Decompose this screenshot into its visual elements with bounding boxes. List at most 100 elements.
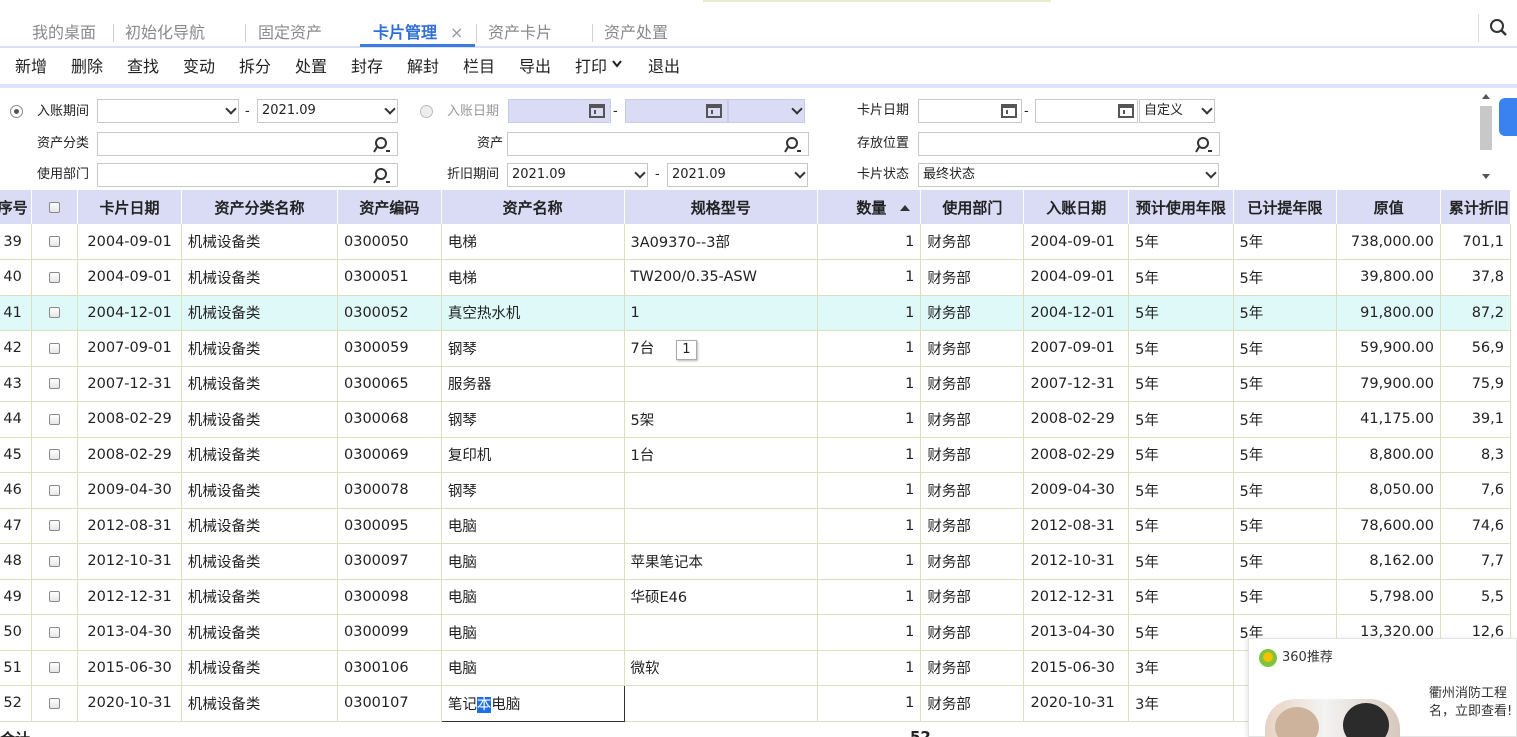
cell-name[interactable]: 复印机 xyxy=(441,437,625,473)
cell-orig[interactable]: 78,600.00 xyxy=(1336,508,1441,544)
cell-category[interactable]: 机械设备类 xyxy=(181,472,339,509)
cell-card-date[interactable]: 2012-12-31 xyxy=(77,579,182,615)
cell-name[interactable]: 电梯 xyxy=(441,224,625,260)
row-checkbox[interactable] xyxy=(49,555,61,567)
cell-code[interactable]: 0300065 xyxy=(337,366,442,402)
calendar-icon[interactable] xyxy=(589,104,605,118)
cell-life[interactable]: 5年 xyxy=(1128,543,1234,580)
tab-asset-disposal[interactable]: 资产处置 xyxy=(604,22,668,44)
cell-name[interactable]: 钢琴 xyxy=(441,472,625,509)
posting-period-radio[interactable] xyxy=(10,105,23,118)
cell-orig[interactable]: 8,162.00 xyxy=(1336,543,1441,580)
cell-seq[interactable]: 39 xyxy=(0,224,33,260)
cell-post-date[interactable]: 2007-12-31 xyxy=(1023,366,1130,402)
posting-date-mode-select[interactable] xyxy=(728,99,805,123)
cell-card-date[interactable]: 2007-09-01 xyxy=(77,330,182,367)
cell-post-date[interactable]: 2020-10-31 xyxy=(1023,685,1130,722)
cell-seq[interactable]: 44 xyxy=(0,401,33,438)
cell-acc-dep[interactable]: 74,6 xyxy=(1440,508,1512,544)
split-button[interactable]: 拆分 xyxy=(239,56,271,78)
col-spec[interactable]: 规格型号 xyxy=(624,190,819,224)
cell-post-date[interactable]: 2012-08-31 xyxy=(1023,508,1130,544)
col-dept[interactable]: 使用部门 xyxy=(920,190,1025,224)
cell-seq[interactable]: 47 xyxy=(0,508,33,544)
card-status-select[interactable]: 最终状态 xyxy=(918,163,1219,187)
row-checkbox[interactable] xyxy=(49,520,61,532)
lookup-icon[interactable] xyxy=(784,136,802,154)
cell-acc-dep[interactable]: 5,5 xyxy=(1440,579,1512,615)
cell-card-date[interactable]: 2004-09-01 xyxy=(77,259,182,296)
dispose-button[interactable]: 处置 xyxy=(295,56,327,78)
cell-chk[interactable] xyxy=(31,614,79,651)
cell-name[interactable]: 电梯 xyxy=(441,259,625,296)
cell-category[interactable]: 机械设备类 xyxy=(181,650,339,686)
posting-date-radio[interactable] xyxy=(420,105,433,118)
cell-dep-years[interactable]: 5年 xyxy=(1233,330,1338,367)
posting-date-from-field[interactable] xyxy=(508,99,611,123)
col-category[interactable]: 资产分类名称 xyxy=(181,190,339,224)
cell-acc-dep[interactable]: 8,3 xyxy=(1440,437,1512,473)
cell-spec[interactable]: 3A09370--3部 xyxy=(624,224,819,260)
cell-seq[interactable]: 51 xyxy=(0,650,33,686)
cell-card-date[interactable]: 2004-12-01 xyxy=(77,295,182,331)
add-button[interactable]: 新增 xyxy=(15,56,47,78)
columns-button[interactable]: 栏目 xyxy=(463,56,495,78)
cell-name[interactable]: 笔记本电脑 xyxy=(440,685,625,722)
cell-spec[interactable]: 5架 xyxy=(624,401,819,438)
cell-orig[interactable]: 79,900.00 xyxy=(1336,366,1441,402)
row-checkbox[interactable] xyxy=(49,378,61,390)
cell-category[interactable]: 机械设备类 xyxy=(181,685,339,722)
calendar-icon[interactable] xyxy=(1118,104,1134,118)
cell-seq[interactable]: 45 xyxy=(0,437,33,473)
calendar-icon[interactable] xyxy=(1001,104,1017,118)
cell-life[interactable]: 5年 xyxy=(1128,295,1234,331)
cell-life[interactable]: 5年 xyxy=(1128,259,1234,296)
table-row[interactable]: 47 2012-08-31 机械设备类 0300095 电脑 1 财务部 2012-08-31… xyxy=(0,508,1512,544)
cell-dep-years[interactable]: 5年 xyxy=(1233,543,1338,580)
cell-seq[interactable]: 49 xyxy=(0,579,33,615)
cell-name[interactable]: 电脑 xyxy=(441,543,625,580)
posting-period-from-select[interactable] xyxy=(97,99,239,123)
tab-asset-card[interactable]: 资产卡片 xyxy=(488,22,552,44)
row-checkbox[interactable] xyxy=(49,236,61,247)
cell-qty[interactable]: 1 xyxy=(817,259,922,296)
cell-card-date[interactable]: 2007-12-31 xyxy=(77,366,182,402)
cell-dep-years[interactable]: 5年 xyxy=(1233,224,1338,260)
cell-name[interactable]: 真空热水机 xyxy=(441,295,625,331)
cell-category[interactable]: 机械设备类 xyxy=(181,259,339,296)
cell-code[interactable]: 0300050 xyxy=(337,224,442,260)
side-panel-tab[interactable] xyxy=(1499,98,1517,136)
asset-category-field[interactable] xyxy=(97,132,398,156)
cell-seq[interactable]: 40 xyxy=(0,259,33,296)
row-checkbox[interactable] xyxy=(49,413,61,425)
col-name[interactable]: 资产名称 xyxy=(441,190,625,224)
cell-qty[interactable]: 1 xyxy=(817,224,922,260)
cell-card-date[interactable]: 2020-10-31 xyxy=(77,685,182,722)
cell-code[interactable]: 0300069 xyxy=(337,437,442,473)
card-date-to-field[interactable] xyxy=(1035,99,1138,123)
cell-code[interactable]: 0300106 xyxy=(337,650,442,686)
cell-code[interactable]: 0300097 xyxy=(337,543,442,580)
cell-life[interactable]: 5年 xyxy=(1128,437,1234,473)
cell-spec[interactable] xyxy=(624,508,819,544)
cell-qty[interactable]: 1 xyxy=(817,330,922,367)
col-qty[interactable]: 数量 xyxy=(817,190,922,224)
cell-post-date[interactable]: 2012-12-31 xyxy=(1023,579,1130,615)
cell-category[interactable]: 机械设备类 xyxy=(181,330,339,367)
cell-acc-dep[interactable]: 39,1 xyxy=(1440,401,1512,438)
cell-dep-years[interactable]: 5年 xyxy=(1233,579,1338,615)
cell-name[interactable]: 电脑 xyxy=(441,650,625,686)
row-checkbox[interactable] xyxy=(49,697,61,709)
cell-card-date[interactable]: 2008-02-29 xyxy=(77,437,182,473)
tab-close-icon[interactable]: × xyxy=(450,22,463,44)
depreciation-from-select[interactable]: 2021.09 xyxy=(507,163,648,187)
cell-spec[interactable] xyxy=(624,685,819,722)
row-checkbox[interactable] xyxy=(49,626,61,638)
cell-card-date[interactable]: 2008-02-29 xyxy=(77,401,182,438)
cell-dept[interactable]: 财务部 xyxy=(920,330,1025,367)
cell-post-date[interactable]: 2009-04-30 xyxy=(1023,472,1130,509)
cell-qty[interactable]: 1 xyxy=(817,508,922,544)
cell-life[interactable]: 5年 xyxy=(1128,366,1234,402)
col-code[interactable]: 资产编码 xyxy=(337,190,442,224)
cell-category[interactable]: 机械设备类 xyxy=(181,508,339,544)
